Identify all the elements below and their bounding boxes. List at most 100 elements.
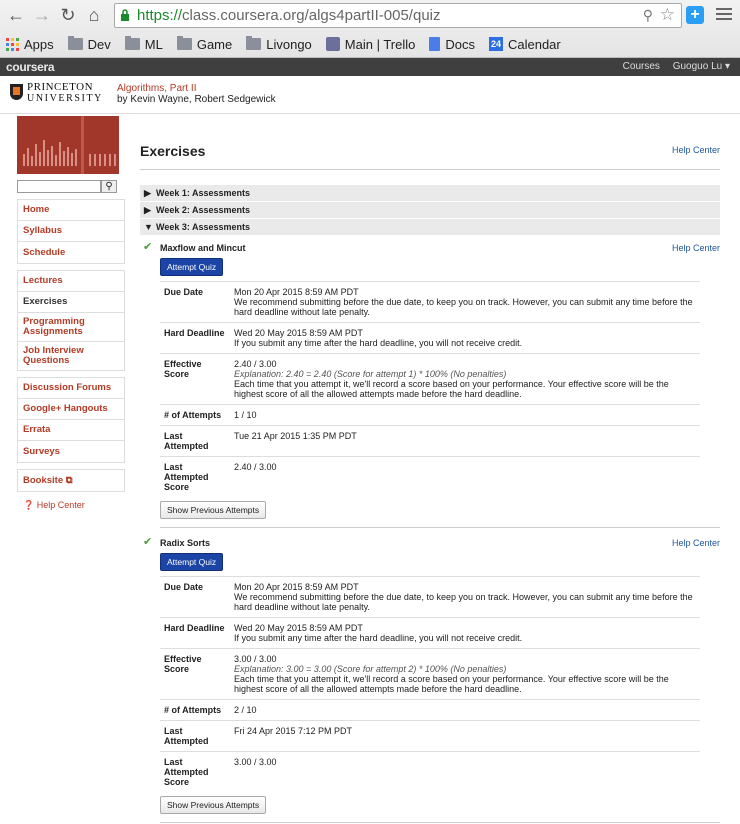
help-center-link[interactable]: Help Center bbox=[672, 243, 720, 253]
table-row: Effective Score 3.00 / 3.00 Explanation: 3… bbox=[160, 648, 700, 700]
row-value: 2 / 10 bbox=[230, 699, 700, 721]
folder-icon bbox=[176, 36, 192, 50]
row-label: Due Date bbox=[160, 576, 230, 618]
attempt-quiz-button[interactable]: Attempt Quiz bbox=[160, 553, 224, 571]
course-name[interactable]: Algorithms, Part II bbox=[117, 83, 276, 94]
course-banner bbox=[17, 116, 119, 174]
sidebar-item-home[interactable]: Home bbox=[18, 200, 124, 221]
row-label: Hard Deadline bbox=[160, 322, 230, 354]
courses-link[interactable]: Courses bbox=[623, 61, 660, 72]
chevron-right-icon: ▶ bbox=[144, 205, 151, 215]
browser-toolbar: ← → ↻ ⌂ https://class.coursera.org/algs4… bbox=[0, 0, 740, 30]
sidebar-item-programming[interactable]: Programming Assignments bbox=[18, 313, 124, 342]
apps-icon bbox=[6, 37, 19, 51]
help-center-link[interactable]: Help Center bbox=[672, 145, 720, 155]
zoom-icon[interactable]: ⚲ bbox=[643, 7, 653, 24]
quiz-item: ✔ Maxflow and Mincut Help Center Attempt Qu… bbox=[140, 241, 720, 528]
row-label: # of Attempts bbox=[160, 699, 230, 721]
table-row: Due Date Mon 20 Apr 2015 8:59 AM PDT We re… bbox=[160, 576, 700, 618]
bookmark-docs[interactable]: Docs bbox=[429, 37, 475, 52]
show-previous-attempts-button[interactable]: Show Previous Attempts bbox=[160, 501, 267, 519]
row-primary: Wed 20 May 2015 8:59 AM PDT bbox=[234, 623, 363, 633]
week-2-header[interactable]: ▶ Week 2: Assessments bbox=[140, 202, 720, 218]
calendar-icon: 24 bbox=[488, 37, 503, 51]
row-primary: Mon 20 Apr 2015 8:59 AM PDT bbox=[234, 582, 359, 592]
row-primary: 3.00 / 3.00 bbox=[234, 654, 277, 664]
row-label: # of Attempts bbox=[160, 404, 230, 426]
coursera-logo[interactable]: coursera bbox=[6, 60, 55, 74]
row-primary: Fri 24 Apr 2015 7:12 PM PDT bbox=[234, 726, 353, 736]
back-icon[interactable]: ← bbox=[6, 5, 26, 25]
table-row: Hard Deadline Wed 20 May 2015 8:59 AM PDT… bbox=[160, 322, 700, 354]
address-bar[interactable]: https://class.coursera.org/algs4partII-0… bbox=[114, 3, 682, 28]
sidebar-item-syllabus[interactable]: Syllabus bbox=[18, 221, 124, 242]
row-label: Effective Score bbox=[160, 353, 230, 405]
bookmark-game[interactable]: Game bbox=[176, 36, 232, 52]
chevron-down-icon: ▼ bbox=[144, 222, 153, 232]
row-note: We recommend submitting before the due d… bbox=[234, 297, 693, 317]
table-row: Last Attempted Score 3.00 / 3.00 bbox=[160, 751, 700, 792]
bookmark-trello[interactable]: Main | Trello bbox=[325, 37, 415, 52]
attempt-quiz-button[interactable]: Attempt Quiz bbox=[160, 258, 224, 276]
browser-chrome: ← → ↻ ⌂ https://class.coursera.org/algs4… bbox=[0, 0, 740, 58]
table-row: Effective Score 2.40 / 3.00 Explanation: 2… bbox=[160, 353, 700, 405]
folder-icon bbox=[67, 36, 83, 50]
sidebar-item-lectures[interactable]: Lectures bbox=[18, 271, 124, 292]
show-previous-attempts-button[interactable]: Show Previous Attempts bbox=[160, 796, 267, 814]
sidebar-help-link[interactable]: ❓ Help Center bbox=[17, 500, 125, 511]
sidebar-search: ⚲ bbox=[17, 180, 129, 193]
bookmark-calendar[interactable]: 24 Calendar bbox=[488, 37, 561, 52]
quiz-details-table: Due Date Mon 20 Apr 2015 8:59 AM PDT We re… bbox=[160, 576, 700, 792]
star-icon[interactable]: ☆ bbox=[660, 5, 675, 25]
folder-icon bbox=[246, 36, 262, 50]
bookmark-apps[interactable]: Apps bbox=[6, 37, 54, 52]
score-explanation: Explanation: 2.40 = 2.40 (Score for atte… bbox=[234, 369, 507, 379]
sidebar-item-hangouts[interactable]: Google+ Hangouts bbox=[18, 399, 124, 420]
row-primary: 3.00 / 3.00 bbox=[234, 757, 277, 767]
forward-icon[interactable]: → bbox=[32, 5, 52, 25]
menu-icon[interactable] bbox=[716, 5, 732, 23]
row-value: Mon 20 Apr 2015 8:59 AM PDT We recommend … bbox=[230, 576, 700, 618]
week-1-header[interactable]: ▶ Week 1: Assessments bbox=[140, 185, 720, 201]
course-header: PRINCETON UNIVERSITY Algorithms, Part II… bbox=[0, 76, 740, 114]
coursera-topbar: coursera Courses Guoguo Lu ▾ bbox=[0, 58, 740, 76]
home-icon[interactable]: ⌂ bbox=[84, 5, 104, 25]
princeton-shield-icon bbox=[10, 84, 23, 100]
score-explanation: Explanation: 3.00 = 3.00 (Score for atte… bbox=[234, 664, 507, 674]
user-menu[interactable]: Guoguo Lu ▾ bbox=[673, 61, 730, 72]
sidebar-item-booksite[interactable]: Booksite ⧉ bbox=[18, 470, 124, 491]
row-value: Wed 20 May 2015 8:59 AM PDT If you submit… bbox=[230, 322, 700, 354]
row-value: Mon 20 Apr 2015 8:59 AM PDT We recommend … bbox=[230, 281, 700, 323]
table-row: # of Attempts 1 / 10 bbox=[160, 404, 700, 426]
bookmark-livongo[interactable]: Livongo bbox=[246, 36, 312, 52]
bookmarks-bar: Apps Dev ML Game Livongo Main | Trello D… bbox=[0, 31, 740, 57]
folder-icon bbox=[124, 36, 140, 50]
nav-group-community: Discussion Forums Google+ Hangouts Errat… bbox=[17, 377, 125, 463]
row-label: Hard Deadline bbox=[160, 617, 230, 649]
sidebar-item-surveys[interactable]: Surveys bbox=[18, 441, 124, 462]
nav-group-booksite: Booksite ⧉ bbox=[17, 469, 125, 492]
reload-icon[interactable]: ↻ bbox=[58, 5, 78, 25]
row-label: Effective Score bbox=[160, 648, 230, 700]
week-3-header[interactable]: ▼ Week 3: Assessments bbox=[140, 219, 720, 235]
sidebar-item-exercises[interactable]: Exercises bbox=[18, 292, 124, 313]
row-note: Each time that you attempt it, we'll rec… bbox=[234, 379, 669, 399]
search-icon[interactable]: ⚲ bbox=[101, 180, 117, 193]
row-value: 1 / 10 bbox=[230, 404, 700, 426]
sidebar-item-forums[interactable]: Discussion Forums bbox=[18, 378, 124, 399]
row-value: 3.00 / 3.00 Explanation: 3.00 = 3.00 (Sco… bbox=[230, 648, 700, 700]
row-label: Last Attempted bbox=[160, 425, 230, 457]
row-primary: Mon 20 Apr 2015 8:59 AM PDT bbox=[234, 287, 359, 297]
help-center-link[interactable]: Help Center bbox=[672, 538, 720, 548]
sidebar-search-input[interactable] bbox=[17, 180, 101, 193]
sidebar-item-errata[interactable]: Errata bbox=[18, 420, 124, 441]
help-icon: ❓ bbox=[23, 500, 35, 510]
sidebar-item-schedule[interactable]: Schedule bbox=[18, 242, 124, 263]
course-title: Algorithms, Part II by Kevin Wayne, Robe… bbox=[117, 83, 276, 105]
bookmark-ml[interactable]: ML bbox=[124, 36, 163, 52]
bookmark-dev[interactable]: Dev bbox=[67, 36, 111, 52]
sidebar-item-interview[interactable]: Job Interview Questions bbox=[18, 342, 124, 370]
row-primary: Wed 20 May 2015 8:59 AM PDT bbox=[234, 328, 363, 338]
university-logo[interactable]: PRINCETON UNIVERSITY bbox=[27, 82, 103, 105]
extension-icon[interactable]: + bbox=[686, 6, 704, 24]
